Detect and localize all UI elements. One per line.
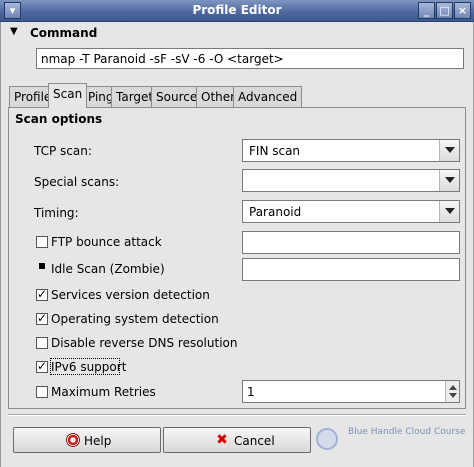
checkmark-icon: ✓	[37, 287, 48, 301]
services-version-label[interactable]: Services version detection	[51, 288, 210, 302]
scan-options-heading: Scan options	[15, 112, 103, 126]
command-input[interactable]	[36, 48, 464, 69]
help-button-label: Help	[84, 434, 112, 448]
disable-rdns-label[interactable]: Disable reverse DNS resolution	[51, 336, 237, 350]
chevron-down-icon[interactable]	[439, 170, 459, 191]
ftp-bounce-checkbox[interactable]	[36, 236, 48, 248]
tab-scan[interactable]: Scan	[48, 83, 88, 108]
ipv6-checkbox[interactable]: ✓	[36, 359, 48, 373]
separator	[8, 414, 466, 416]
idle-scan-field[interactable]	[242, 258, 460, 281]
watermark-text: Blue Handle Cloud Course	[348, 427, 466, 437]
watermark: Blue Handle Cloud Course	[310, 426, 470, 454]
spin-down-icon[interactable]	[449, 393, 457, 398]
tcp-scan-value: FIN scan	[249, 144, 301, 158]
timing-combo[interactable]: Paranoid	[242, 200, 460, 223]
window-title: Profile Editor	[192, 3, 282, 17]
max-retries-checkbox[interactable]	[36, 386, 48, 398]
spinner-arrows[interactable]	[445, 381, 459, 402]
checkmark-icon: ✓	[37, 359, 48, 373]
help-icon	[66, 433, 80, 447]
disable-rdns-checkbox[interactable]	[36, 337, 48, 349]
chevron-down-icon[interactable]	[439, 201, 459, 222]
expander-arrow-icon: ▼	[10, 26, 18, 37]
os-detection-checkbox[interactable]: ✓	[36, 311, 48, 325]
chevron-down-icon[interactable]	[439, 140, 459, 161]
services-version-checkbox[interactable]: ✓	[36, 287, 48, 301]
idle-scan-bullet-icon	[39, 263, 45, 269]
tcp-scan-combo[interactable]: FIN scan	[242, 139, 460, 162]
maximize-icon[interactable]: □	[436, 2, 453, 19]
ipv6-label[interactable]: IPv6 support	[51, 360, 126, 374]
timing-label: Timing:	[34, 206, 79, 220]
timing-value: Paranoid	[249, 205, 302, 219]
watermark-logo-icon	[316, 428, 338, 450]
idle-scan-label: Idle Scan (Zombie)	[51, 262, 165, 276]
tab-advanced[interactable]: Advanced	[233, 86, 303, 107]
title-bar: ▾ Profile Editor _ □ ×	[0, 0, 474, 22]
tcp-scan-label: TCP scan:	[34, 144, 92, 158]
minimize-icon[interactable]: _	[418, 2, 435, 19]
ftp-bounce-label[interactable]: FTP bounce attack	[51, 235, 162, 249]
max-retries-spinner[interactable]: 1	[242, 380, 460, 403]
ftp-bounce-field[interactable]	[242, 231, 460, 254]
cancel-icon: ✖	[216, 432, 228, 448]
cancel-button[interactable]: ✖ Cancel	[163, 427, 311, 453]
checkmark-icon: ✓	[37, 311, 48, 325]
os-detection-label[interactable]: Operating system detection	[51, 312, 219, 326]
max-retries-label[interactable]: Maximum Retries	[51, 385, 156, 399]
spin-up-icon[interactable]	[449, 385, 457, 390]
help-button[interactable]: Help	[13, 427, 161, 453]
command-label: Command	[30, 26, 98, 40]
cancel-button-label: Cancel	[234, 434, 275, 448]
max-retries-value: 1	[247, 385, 255, 399]
tab-source[interactable]: Source	[151, 86, 203, 107]
special-scans-label: Special scans:	[34, 175, 120, 189]
close-icon[interactable]: ×	[454, 2, 471, 19]
special-scans-combo[interactable]	[242, 169, 460, 192]
